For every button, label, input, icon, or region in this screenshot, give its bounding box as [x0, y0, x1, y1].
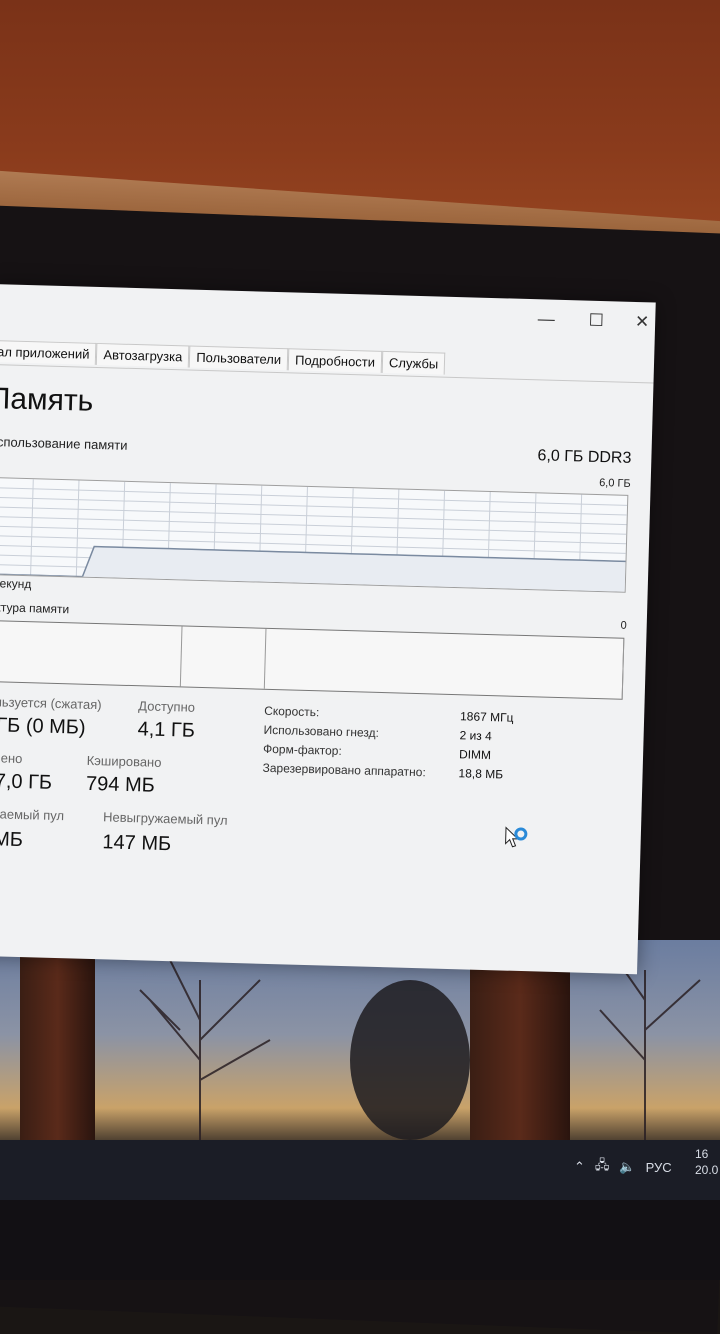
- nonpaged-pool-label: Невыгружаемый пул: [102, 809, 228, 828]
- speed-value: 1867 МГц: [459, 709, 514, 725]
- memory-structure-segment: [0, 620, 183, 687]
- paged-pool-value: 7 МБ: [0, 828, 24, 852]
- hardware-reserved-label: Зарезервировано аппаратно:: [262, 760, 426, 780]
- minimize-button[interactable]: —: [531, 309, 562, 330]
- in-use-label: пользуется (сжатая): [0, 693, 102, 713]
- memory-structure-bar: [0, 619, 625, 700]
- chart-gridline: [0, 525, 627, 545]
- hardware-reserved-value: 18,8 МБ: [458, 766, 504, 782]
- cached-label: Кэшировано: [86, 752, 162, 770]
- structure-zero-label: 0: [620, 619, 627, 632]
- clock-date: 20.0: [695, 1163, 719, 1177]
- slots-value: 2 из 4: [459, 728, 493, 744]
- memory-structure-segment: [180, 626, 267, 689]
- close-button[interactable]: ✕: [627, 312, 656, 333]
- chevron-up-icon[interactable]: ⌃: [574, 1159, 585, 1175]
- memory-structure-label: руктура памяти: [0, 599, 70, 617]
- tree-silhouette: [139, 959, 271, 1140]
- memory-usage-chart: [0, 476, 629, 593]
- busy-cursor-icon: [505, 826, 528, 848]
- memory-usage-label: Использование памяти: [0, 433, 128, 453]
- clock-time: 16: [695, 1147, 709, 1161]
- tab-app-history[interactable]: ал приложений: [0, 339, 97, 365]
- committed-value: 7/7,0 ГБ: [0, 769, 53, 794]
- maximize-button[interactable]: ☐: [581, 310, 612, 331]
- nonpaged-pool-value: 147 МБ: [102, 831, 172, 856]
- chart-gridline: [0, 506, 627, 526]
- tab-startup[interactable]: Автозагрузка: [96, 342, 190, 368]
- memory-structure-segment: [263, 628, 625, 699]
- clock[interactable]: 16 20.0: [695, 1146, 718, 1178]
- chart-gridline: [0, 515, 627, 535]
- system-tray: ⌃ 🖧 🔈 РУС: [574, 1156, 672, 1178]
- available-value: 4,1 ГБ: [137, 718, 196, 742]
- speed-label: Скорость:: [263, 703, 320, 720]
- available-label: Доступно: [138, 698, 196, 715]
- volume-icon[interactable]: 🔈: [619, 1159, 635, 1175]
- tab-details[interactable]: Подробности: [287, 348, 383, 373]
- in-use-value: 9 ГБ (0 МБ): [0, 714, 86, 739]
- paged-pool-label: ружаемый пул: [0, 805, 65, 824]
- tab-users[interactable]: Пользователи: [189, 345, 289, 371]
- page-title: Память: [0, 381, 94, 418]
- tab-services[interactable]: Службы: [381, 350, 446, 375]
- chart-gridline: [0, 487, 628, 506]
- chart-time-label: 0 секунд: [0, 576, 32, 592]
- cached-value: 794 МБ: [85, 772, 156, 797]
- chart-max-label: 6,0 ГБ: [598, 477, 631, 490]
- desk-area: [0, 1200, 720, 1280]
- network-icon[interactable]: 🖧: [595, 1156, 610, 1178]
- slots-label: Использовано гнезд:: [263, 722, 380, 740]
- chart-gridline: [0, 496, 627, 516]
- language-indicator[interactable]: РУС: [646, 1160, 672, 1175]
- tab-strip: ал приложений Автозагрузка Пользователи …: [0, 339, 446, 375]
- form-factor-value: DIMM: [458, 747, 492, 763]
- memory-total: 6,0 ГБ DDR3: [537, 447, 632, 467]
- committed-label: делено: [0, 749, 23, 767]
- tree-trunk: [20, 940, 95, 1140]
- task-manager-window: — ☐ ✕ ал приложений Автозагрузка Пользов…: [0, 284, 656, 975]
- form-factor-label: Форм-фактор:: [262, 741, 342, 758]
